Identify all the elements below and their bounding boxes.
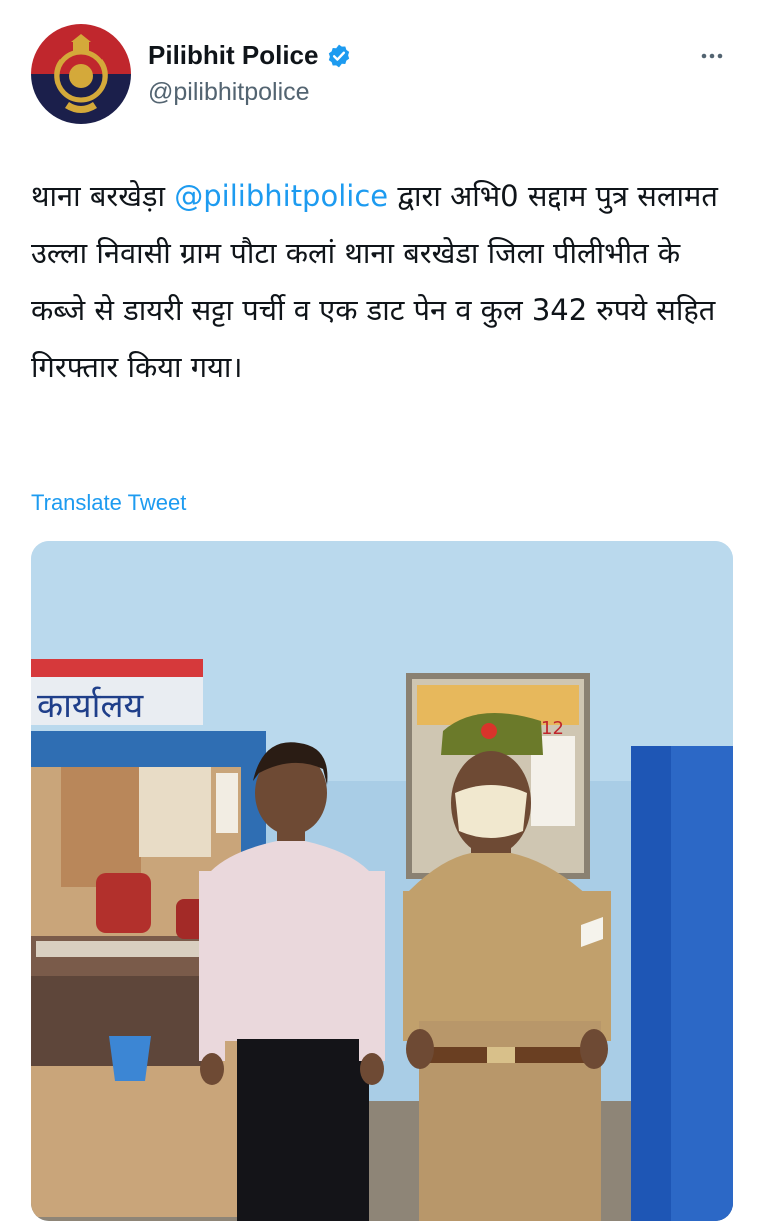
photo-scene: कार्यालय 12: [31, 541, 733, 1221]
avatar[interactable]: [31, 24, 131, 124]
handle[interactable]: @pilibhitpolice: [148, 78, 310, 107]
more-options-icon[interactable]: [696, 40, 728, 72]
tweet-photo[interactable]: कार्यालय 12: [31, 541, 733, 1221]
display-name[interactable]: Pilibhit Police: [148, 40, 318, 71]
tweet-text-part: थाना बरखेड़ा: [31, 179, 175, 213]
author-name-row[interactable]: Pilibhit Police: [148, 40, 352, 71]
mention-link[interactable]: @pilibhitpolice: [174, 179, 388, 213]
verified-badge-icon: [329, 44, 350, 67]
translate-tweet-link[interactable]: Translate Tweet: [31, 490, 186, 516]
calendar-number: 12: [541, 718, 564, 739]
office-sign-text: कार्यालय: [37, 686, 144, 726]
tweet-text: थाना बरखेड़ा @pilibhitpolice द्वारा अभि0…: [31, 168, 741, 396]
up-police-emblem-icon: [31, 24, 131, 124]
